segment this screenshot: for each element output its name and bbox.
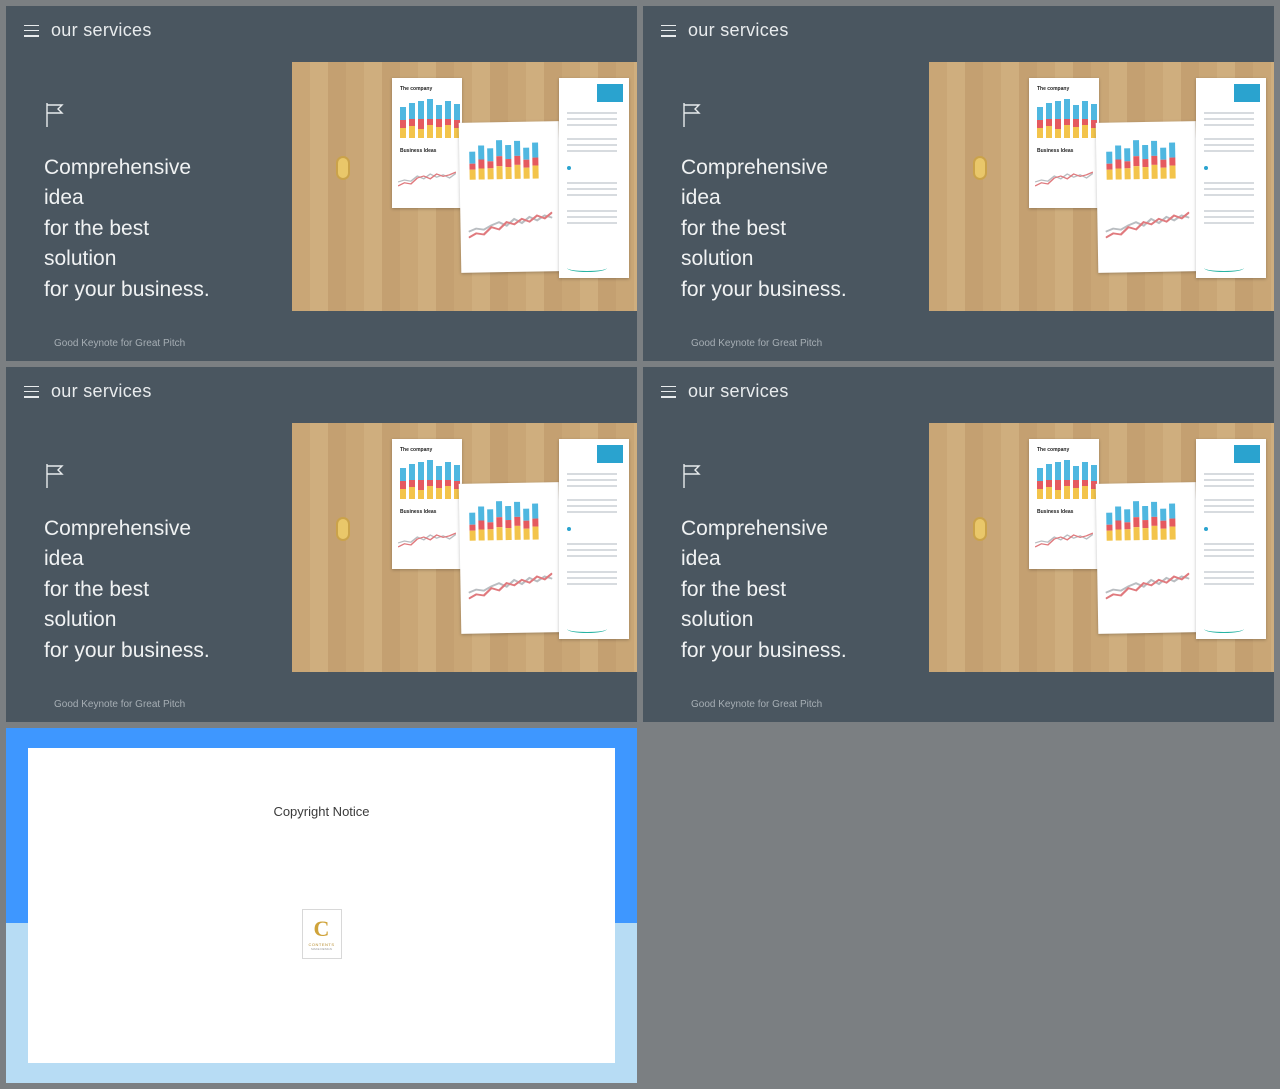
empty-cell [643, 728, 1274, 1083]
paper-text-doc [1196, 439, 1266, 639]
paper2-bar-chart [1106, 134, 1176, 180]
paper-business-ideas [459, 121, 562, 273]
flag-icon [681, 463, 711, 489]
slide-services-3: our services Comprehensive idea for the … [6, 367, 637, 722]
paper2-bar-chart [1106, 495, 1176, 541]
binder-clip-icon [336, 156, 350, 180]
slide-footnote: Good Keynote for Great Pitch [691, 338, 822, 349]
hamburger-icon[interactable] [661, 386, 676, 398]
slide-left-block: Comprehensive idea for the best solution… [681, 102, 881, 305]
paper1-bar-chart [400, 98, 460, 138]
slide-headline: Comprehensive idea for the best solution… [44, 153, 244, 305]
doc-header-badge [1234, 84, 1260, 102]
slide-left-block: Comprehensive idea for the best solution… [681, 463, 881, 666]
slide-topbar: our services [6, 367, 637, 402]
paper-company-report: The company Business Ideas [1029, 439, 1099, 569]
paper-text-doc [559, 78, 629, 278]
slide-footnote: Good Keynote for Great Pitch [54, 699, 185, 710]
topbar-title: our services [688, 381, 789, 402]
paper1-line-chart [1035, 519, 1093, 559]
paper-text-doc [1196, 78, 1266, 278]
copyright-title: Copyright Notice [273, 804, 369, 819]
paper1-bar-chart [1037, 98, 1097, 138]
paper1-line-chart [398, 158, 456, 198]
slide-photo: The company Business Ideas [929, 423, 1274, 672]
slide-topbar: our services [643, 6, 1274, 41]
slide-photo: The company Business Ideas [292, 62, 637, 311]
logo-letter: C [314, 918, 330, 940]
hamburger-icon[interactable] [661, 25, 676, 37]
paper2-line-chart [468, 191, 553, 252]
slide-services-1: our services Comprehensive idea for the … [6, 6, 637, 361]
flag-icon [44, 102, 74, 128]
paper-business-ideas [1096, 482, 1199, 634]
slide-photo: The company Business Ideas [929, 62, 1274, 311]
signature-icon [567, 625, 607, 633]
paper-business-ideas [1096, 121, 1199, 273]
paper2-line-chart [1105, 191, 1190, 252]
doc-header-badge [597, 445, 623, 463]
slide-services-2: our services Comprehensive idea for the … [643, 6, 1274, 361]
slide-footnote: Good Keynote for Great Pitch [691, 699, 822, 710]
binder-clip-icon [336, 517, 350, 541]
paper-business-ideas [459, 482, 562, 634]
paper-company-report: The company Business Ideas [1029, 78, 1099, 208]
paper1-line-chart [1035, 158, 1093, 198]
hamburger-icon[interactable] [24, 25, 39, 37]
flag-icon [44, 463, 74, 489]
slide-headline: Comprehensive idea for the best solution… [681, 153, 881, 305]
signature-icon [567, 264, 607, 272]
slide-topbar: our services [643, 367, 1274, 402]
doc-header-badge [1234, 445, 1260, 463]
binder-clip-icon [973, 156, 987, 180]
slide-services-4: our services Comprehensive idea for the … [643, 367, 1274, 722]
paper-company-report: The company Business Ideas [392, 78, 462, 208]
paper2-bar-chart [469, 134, 539, 180]
slide-photo: The company Business Ideas [292, 423, 637, 672]
signature-icon [1204, 625, 1244, 633]
slide-headline: Comprehensive idea for the best solution… [44, 514, 244, 666]
flag-icon [681, 102, 711, 128]
paper2-line-chart [1105, 552, 1190, 613]
slide-footnote: Good Keynote for Great Pitch [54, 338, 185, 349]
logo-box: C CONTENTS MAKE DESIGN [302, 909, 342, 959]
slide-left-block: Comprehensive idea for the best solution… [44, 463, 244, 666]
paper-company-report: The company Business Ideas [392, 439, 462, 569]
paper2-line-chart [468, 552, 553, 613]
paper1-bar-chart [1037, 459, 1097, 499]
logo-tagline: MAKE DESIGN [311, 947, 332, 951]
slide-left-block: Comprehensive idea for the best solution… [44, 102, 244, 305]
topbar-title: our services [51, 381, 152, 402]
doc-header-badge [597, 84, 623, 102]
topbar-title: our services [688, 20, 789, 41]
binder-clip-icon [973, 517, 987, 541]
paper1-bar-chart [400, 459, 460, 499]
slide-copyright: Copyright Notice C CONTENTS MAKE DESIGN [6, 728, 637, 1083]
hamburger-icon[interactable] [24, 386, 39, 398]
slide-headline: Comprehensive idea for the best solution… [681, 514, 881, 666]
paper2-bar-chart [469, 495, 539, 541]
paper1-line-chart [398, 519, 456, 559]
slide-grid: our services Comprehensive idea for the … [0, 0, 1280, 1089]
copyright-card: Copyright Notice C CONTENTS MAKE DESIGN [28, 748, 615, 1063]
slide-topbar: our services [6, 6, 637, 41]
signature-icon [1204, 264, 1244, 272]
topbar-title: our services [51, 20, 152, 41]
paper-text-doc [559, 439, 629, 639]
